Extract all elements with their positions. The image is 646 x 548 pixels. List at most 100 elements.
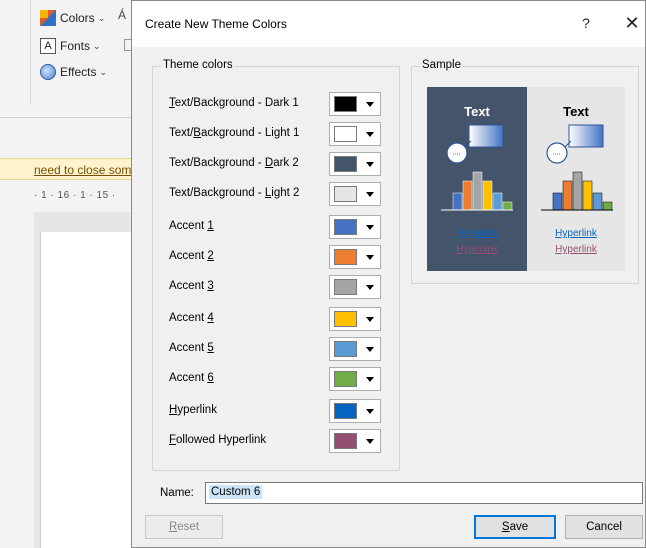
theme-color-label: Accent 6 (169, 372, 214, 384)
message-bar-link[interactable]: need to close som (34, 163, 131, 177)
save-label-rest: ave (509, 521, 529, 533)
dropdown-arrow-icon (366, 346, 374, 352)
sample-bar (572, 171, 583, 211)
color-picker-button[interactable] (329, 152, 381, 176)
theme-color-label: Accent 4 (169, 312, 214, 324)
color-picker-button[interactable] (329, 92, 381, 116)
color-swatch (334, 371, 357, 387)
sample-dark-hyperlink: Hyperlink (456, 228, 498, 239)
label-accesskey: F (169, 434, 177, 446)
name-label: Name: (160, 487, 194, 499)
label-accesskey: 3 (207, 280, 214, 292)
theme-color-row: Accent 6 (169, 367, 399, 391)
sample-bar (472, 171, 483, 211)
reset-button[interactable]: Reset (145, 515, 223, 539)
label-prefix: Accent (169, 220, 208, 232)
label-accesskey: 2 (207, 250, 214, 262)
color-swatch (334, 249, 357, 265)
close-button[interactable]: ✕ (620, 11, 644, 35)
theme-color-row: Text/Background - Light 2 (169, 182, 399, 206)
theme-colors-group: Theme colors Text/Background - Dark 1 Tex… (152, 59, 400, 471)
label-prefix: Text/Background - (169, 157, 265, 169)
theme-color-label: Accent 5 (169, 342, 214, 354)
document-page[interactable] (40, 232, 140, 548)
dialog-title: Create New Theme Colors (145, 17, 287, 31)
dialog-titlebar: Create New Theme Colors ? ✕ (132, 1, 645, 47)
color-picker-button[interactable] (329, 275, 381, 299)
color-swatch (334, 156, 357, 172)
color-picker-button[interactable] (329, 215, 381, 239)
dropdown-arrow-icon (366, 376, 374, 382)
theme-color-row: Accent 3 (169, 275, 399, 299)
dropdown-arrow-icon (366, 254, 374, 260)
chevron-down-icon: ⌄ (99, 66, 108, 77)
label-suffix: ext/Background - Dark 1 (174, 97, 299, 109)
save-button[interactable]: Save (474, 515, 556, 539)
sample-group-label: Sample (420, 59, 463, 71)
sample-bar (492, 192, 503, 211)
color-swatch (334, 186, 357, 202)
paint-icon[interactable]: Á (118, 8, 126, 22)
label-prefix: Accent (169, 342, 208, 354)
theme-color-row: Accent 2 (169, 245, 399, 269)
colors-dropdown[interactable]: Colors ⌄ (40, 8, 105, 28)
theme-effects-icon (40, 64, 56, 80)
colors-label: Colors (60, 11, 95, 25)
color-picker-button[interactable] (329, 429, 381, 453)
label-prefix: Accent (169, 372, 208, 384)
theme-color-label: Text/Background - Light 2 (169, 187, 299, 199)
save-accesskey: S (501, 521, 510, 533)
sample-bar (562, 180, 573, 211)
help-button[interactable]: ? (574, 11, 598, 35)
sample-dark-text: Text (464, 104, 490, 119)
sample-light-followed-hyperlink: Hyperlink (555, 244, 597, 255)
color-picker-button[interactable] (329, 399, 381, 423)
color-picker-button[interactable] (329, 307, 381, 331)
name-input-value: Custom 6 (209, 485, 263, 499)
effects-dropdown[interactable]: Effects ⌄ (40, 62, 107, 82)
fonts-dropdown[interactable]: A Fonts ⌄ (40, 36, 101, 56)
sample-circle-shape (546, 142, 568, 164)
name-input[interactable]: Custom 6 (205, 482, 643, 504)
label-accesskey: 1 (207, 220, 214, 232)
label-suffix: ark 2 (273, 157, 299, 169)
theme-color-label: Text/Background - Light 1 (169, 127, 299, 139)
sample-light-graphic (541, 124, 613, 211)
theme-color-row: Text/Background - Dark 1 (169, 92, 399, 116)
color-swatch (334, 433, 357, 449)
dropdown-arrow-icon (366, 316, 374, 322)
theme-fonts-icon: A (40, 38, 56, 54)
color-picker-button[interactable] (329, 337, 381, 361)
theme-color-label: Hyperlink (169, 404, 217, 416)
theme-color-label: Text/Background - Dark 2 (169, 157, 299, 169)
sample-light-hyperlink: Hyperlink (555, 228, 597, 239)
color-picker-button[interactable] (329, 122, 381, 146)
sample-dark-followed-hyperlink: Hyperlink (456, 244, 498, 255)
dropdown-arrow-icon (366, 101, 374, 107)
sample-dark-graphic (441, 124, 513, 211)
color-swatch (334, 126, 357, 142)
color-swatch (334, 219, 357, 235)
color-swatch (334, 96, 357, 112)
color-swatch (334, 279, 357, 295)
theme-color-label: Text/Background - Dark 1 (169, 97, 299, 109)
chevron-down-icon: ⌄ (97, 12, 106, 23)
theme-color-row: Followed Hyperlink (169, 429, 399, 453)
color-picker-button[interactable] (329, 182, 381, 206)
label-accesskey: 5 (207, 342, 214, 354)
theme-colors-icon (40, 10, 56, 26)
theme-color-label: Accent 3 (169, 280, 214, 292)
sample-bar (552, 192, 563, 211)
label-suffix: ollowed Hyperlink (176, 434, 267, 446)
label-accesskey: B (193, 127, 201, 139)
cancel-button[interactable]: Cancel (565, 515, 643, 539)
label-suffix: ackground - Light 1 (200, 127, 300, 139)
dropdown-arrow-icon (366, 438, 374, 444)
label-prefix: Accent (169, 250, 208, 262)
theme-color-label: Followed Hyperlink (169, 434, 266, 446)
label-accesskey: D (264, 157, 274, 169)
color-picker-button[interactable] (329, 367, 381, 391)
message-bar: need to close som (0, 158, 140, 180)
color-picker-button[interactable] (329, 245, 381, 269)
chevron-down-icon: ⌄ (93, 40, 101, 51)
